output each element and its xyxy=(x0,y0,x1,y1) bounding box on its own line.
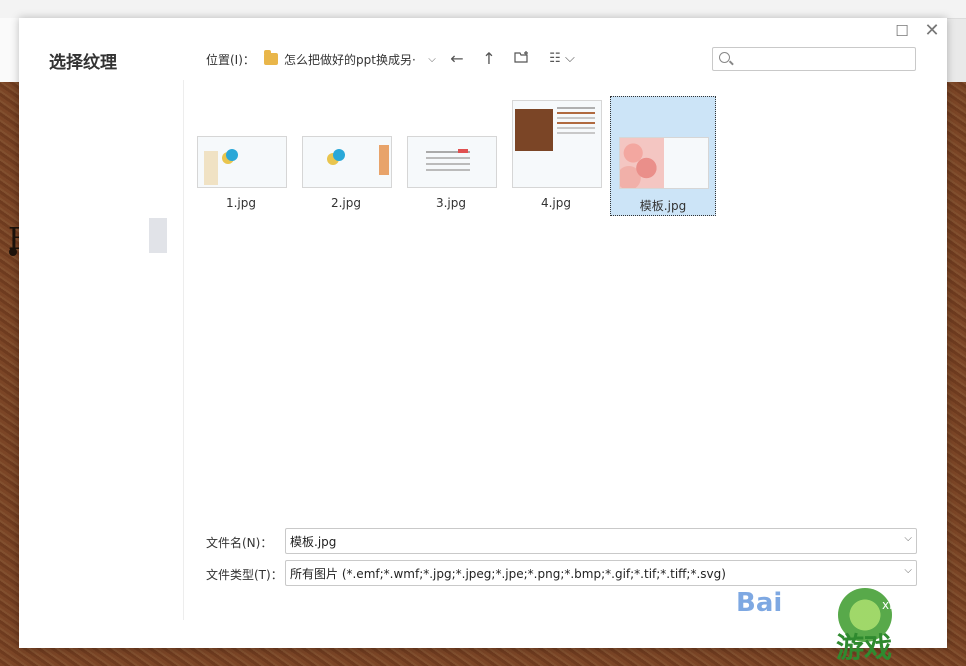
dialog-title: 选择纹理 xyxy=(49,53,117,73)
location-path: 怎么把做好的ppt换成另· xyxy=(284,52,416,67)
back-arrow-icon[interactable]: ← xyxy=(446,49,468,69)
file-name: 2.jpg xyxy=(330,196,362,210)
maximize-icon[interactable]: ☐ xyxy=(891,20,913,42)
game-site-watermark: 游戏 xlayx.com xyxy=(786,586,966,666)
file-item[interactable]: 2.jpg xyxy=(294,96,398,214)
location-dropdown[interactable]: 怎么把做好的ppt换成另· ⌵ xyxy=(257,46,440,72)
folder-icon xyxy=(264,50,278,65)
baidu-watermark: Bai xyxy=(736,588,783,618)
search-icon xyxy=(719,52,730,63)
up-arrow-icon[interactable]: ↑ xyxy=(478,49,500,69)
chevron-down-icon[interactable]: ⌵ xyxy=(425,54,439,65)
filetype-dropdown[interactable]: 所有图片 (*.emf;*.wmf;*.jpg;*.jpeg;*.jpe;*.p… xyxy=(285,560,917,586)
file-item-selected[interactable]: 模板.jpg xyxy=(610,96,716,216)
search-field[interactable] xyxy=(712,47,916,71)
file-item[interactable]: 3.jpg xyxy=(399,96,503,214)
location-label: 位置(I)： xyxy=(206,53,255,67)
file-thumbnail xyxy=(407,136,497,188)
close-icon[interactable]: ✕ xyxy=(921,20,943,42)
new-folder-svg xyxy=(514,51,528,63)
file-thumbnail xyxy=(512,100,602,188)
background-slide-bullet xyxy=(9,248,17,256)
chevron-down-icon[interactable]: ⌵ xyxy=(904,565,912,576)
file-name: 4.jpg xyxy=(540,196,572,210)
navigation-scrollbar-thumb[interactable] xyxy=(149,218,167,253)
filename-value[interactable]: 模板.jpg xyxy=(290,533,336,550)
file-thumbnail xyxy=(197,136,287,188)
filetype-label: 文件类型(T)： xyxy=(206,568,283,582)
file-name: 3.jpg xyxy=(435,196,467,210)
navigation-pane[interactable] xyxy=(19,80,184,620)
view-options-icon[interactable]: ☷ ⌵ xyxy=(545,49,579,69)
file-item[interactable]: 4.jpg xyxy=(504,96,608,214)
file-thumbnail xyxy=(619,137,709,189)
filename-combobox[interactable]: 模板.jpg ⌵ xyxy=(285,528,917,554)
watermark-game-text: 游戏 xyxy=(836,631,893,664)
select-texture-dialog: 选择纹理 ☐ ✕ 位置(I)： 怎么把做好的ppt换成另· ⌵ ← ↑ ☷ ⌵ … xyxy=(19,18,947,648)
watermark-url: xlayx.com xyxy=(882,598,944,612)
new-folder-icon[interactable] xyxy=(511,49,533,69)
background-app-toolbar xyxy=(0,0,966,19)
filetype-value: 所有图片 (*.emf;*.wmf;*.jpg;*.jpeg;*.jpe;*.p… xyxy=(290,567,726,581)
file-item[interactable]: 1.jpg xyxy=(189,96,293,214)
file-thumbnail xyxy=(302,136,392,188)
file-name: 模板.jpg xyxy=(639,199,687,213)
search-input[interactable] xyxy=(735,50,909,68)
filename-label: 文件名(N)： xyxy=(206,536,273,550)
file-name: 1.jpg xyxy=(225,196,257,210)
chevron-down-icon[interactable]: ⌵ xyxy=(904,533,912,544)
